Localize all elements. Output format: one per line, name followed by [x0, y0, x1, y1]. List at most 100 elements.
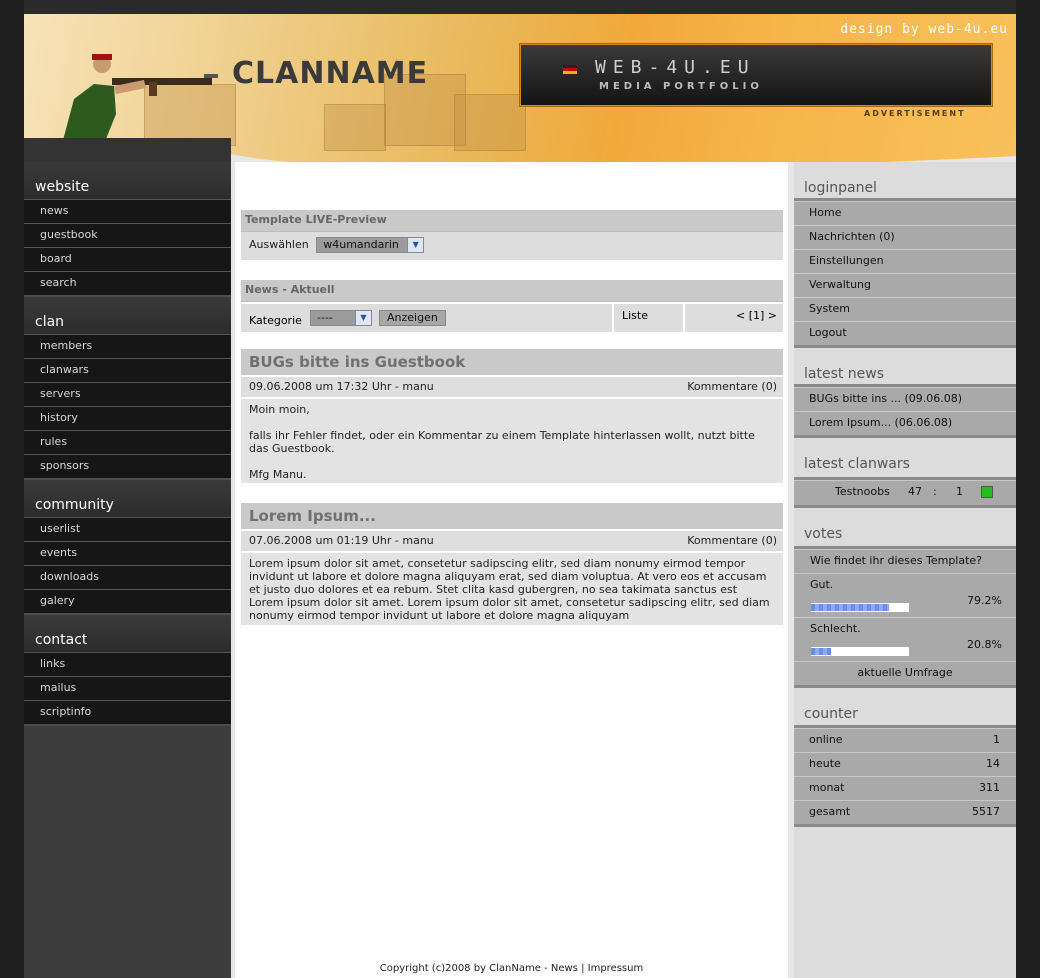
top-bar: [24, 0, 1016, 14]
nav-item-sponsors[interactable]: sponsors: [24, 454, 231, 478]
nav-section-title: community: [24, 480, 231, 517]
news-body: Moin moin, falls ihr Fehler findet, oder…: [241, 399, 783, 483]
poll-option-percent: 20.8%: [967, 638, 1002, 651]
template-preview-box: Template LIVE-Preview Auswählen w4umanda…: [241, 210, 783, 260]
nav-item-board[interactable]: board: [24, 247, 231, 271]
loginpanel-title: loginpanel: [794, 162, 1016, 198]
list-link[interactable]: Liste: [622, 309, 648, 322]
template-select-value: w4umandarin: [323, 238, 399, 251]
counter-label: gesamt: [809, 805, 851, 818]
nav-item-members[interactable]: members: [24, 334, 231, 358]
counter-title: counter: [794, 688, 1016, 725]
site-brand[interactable]: CLANNAME: [232, 56, 428, 91]
poll-option-percent: 79.2%: [967, 594, 1002, 607]
news-item: BUGs bitte ins Guestbook 09.06.2008 um 1…: [241, 349, 783, 483]
clanwar-score-sep: :: [933, 485, 937, 498]
votes-box: votes Wie findet ihr dieses Template? Gu…: [794, 508, 1016, 688]
poll-bar: [810, 601, 910, 613]
comments-link[interactable]: Kommentare (0): [687, 377, 777, 397]
nav-section-title: website: [24, 162, 231, 199]
poll-option-label: Gut.: [810, 578, 834, 591]
news-paragraph: falls ihr Fehler findet, oder ein Kommen…: [249, 429, 755, 455]
news-paragraph: Moin moin,: [249, 403, 310, 416]
show-button[interactable]: Anzeigen: [379, 310, 446, 326]
counter-row: gesamt 5517: [794, 800, 1016, 824]
nav-item-history[interactable]: history: [24, 406, 231, 430]
ad-subtitle: MEDIA PORTFOLIO: [599, 81, 763, 92]
ad-url: WEB-4U.EU: [595, 57, 756, 78]
nav-section-title: clan: [24, 297, 231, 334]
poll-option-label: Schlecht.: [810, 622, 861, 635]
category-select[interactable]: ---- ▼: [310, 310, 372, 326]
main-content: Template LIVE-Preview Auswählen w4umanda…: [235, 162, 788, 978]
soldier-logo: [62, 54, 218, 144]
counter-label: heute: [809, 757, 841, 770]
poll-option[interactable]: Schlecht. 20.8%: [794, 617, 1016, 661]
nav-item-scriptinfo[interactable]: scriptinfo: [24, 700, 231, 724]
nav-item-rules[interactable]: rules: [24, 430, 231, 454]
nav-section-website: website news guestbook board search: [24, 162, 231, 297]
clanwar-row[interactable]: Testnoobs 47 : 1: [794, 480, 1016, 505]
nav-item-clanwars[interactable]: clanwars: [24, 358, 231, 382]
counter-row: heute 14: [794, 752, 1016, 776]
template-select[interactable]: w4umandarin ▼: [316, 237, 425, 253]
pagination[interactable]: < [1] >: [736, 309, 777, 322]
latest-news-item[interactable]: BUGs bitte ins ... (09.06.08): [794, 387, 1016, 411]
nav-item-servers[interactable]: servers: [24, 382, 231, 406]
login-item-home[interactable]: Home: [794, 201, 1016, 225]
news-item: Lorem Ipsum... 07.06.2008 um 01:19 Uhr -…: [241, 503, 783, 625]
nav-item-userlist[interactable]: userlist: [24, 517, 231, 541]
login-item-settings[interactable]: Einstellungen: [794, 249, 1016, 273]
news-filter-box: News - Aktuell Kategorie ---- ▼ Anzeigen…: [241, 280, 783, 333]
nav-item-links[interactable]: links: [24, 652, 231, 676]
category-select-value: ----: [317, 311, 333, 324]
category-label: Kategorie: [249, 314, 302, 327]
ad-label: ADVERTISEMENT: [864, 109, 966, 118]
login-item-logout[interactable]: Logout: [794, 321, 1016, 345]
nav-item-news[interactable]: news: [24, 199, 231, 223]
votes-title: votes: [794, 508, 1016, 546]
page: CLANNAME design by web-4u.eu WEB-4U.EU M…: [24, 0, 1016, 978]
design-credit: design by web-4u.eu: [840, 22, 1008, 37]
comments-link[interactable]: Kommentare (0): [687, 531, 777, 551]
nav-item-events[interactable]: events: [24, 541, 231, 565]
counter-value: 1: [993, 733, 1000, 746]
login-item-admin[interactable]: Verwaltung: [794, 273, 1016, 297]
news-title[interactable]: BUGs bitte ins Guestbook: [241, 349, 783, 375]
impressum-link[interactable]: Impressum: [588, 963, 644, 974]
latest-news-title: latest news: [794, 348, 1016, 384]
clanwar-score-own: 47: [908, 485, 922, 498]
german-flag-icon: [563, 65, 577, 74]
current-poll-link[interactable]: aktuelle Umfrage: [794, 661, 1016, 685]
news-body: Lorem ipsum dolor sit amet, consetetur s…: [241, 553, 783, 625]
login-item-messages[interactable]: Nachrichten (0): [794, 225, 1016, 249]
footer: Copyright (c)2008 by ClanName - News | I…: [235, 963, 788, 974]
clanwar-result-icon: [981, 486, 993, 498]
poll-option[interactable]: Gut. 79.2%: [794, 573, 1016, 617]
nav-item-galery[interactable]: galery: [24, 589, 231, 613]
nav-item-search[interactable]: search: [24, 271, 231, 295]
latest-news-item[interactable]: Lorem Ipsum... (06.06.08): [794, 411, 1016, 435]
chevron-down-icon: ▼: [355, 311, 371, 325]
loginpanel: loginpanel Home Nachrichten (0) Einstell…: [794, 162, 1016, 348]
advertisement-banner[interactable]: WEB-4U.EU MEDIA PORTFOLIO: [520, 44, 992, 106]
chevron-down-icon: ▼: [407, 238, 424, 252]
counter-row: online 1: [794, 728, 1016, 752]
footer-separator: |: [581, 963, 585, 974]
nav-item-mailus[interactable]: mailus: [24, 676, 231, 700]
counter-value: 14: [986, 757, 1000, 770]
counter-row: monat 311: [794, 776, 1016, 800]
latest-news-box: latest news BUGs bitte ins ... (09.06.08…: [794, 348, 1016, 438]
login-item-system[interactable]: System: [794, 297, 1016, 321]
template-preview-title: Template LIVE-Preview: [241, 210, 783, 232]
news-meta: 09.06.2008 um 17:32 Uhr - manu: [249, 380, 434, 393]
nav-item-guestbook[interactable]: guestbook: [24, 223, 231, 247]
news-meta: 07.06.2008 um 01:19 Uhr - manu: [249, 534, 434, 547]
nav-item-downloads[interactable]: downloads: [24, 565, 231, 589]
counter-box: counter online 1 heute 14 monat 311 gesa…: [794, 688, 1016, 827]
latest-clanwars-box: latest clanwars Testnoobs 47 : 1: [794, 438, 1016, 508]
news-title[interactable]: Lorem Ipsum...: [241, 503, 783, 529]
nav-section-title: contact: [24, 615, 231, 652]
nav-section-contact: contact links mailus scriptinfo: [24, 615, 231, 726]
counter-value: 311: [979, 781, 1000, 794]
